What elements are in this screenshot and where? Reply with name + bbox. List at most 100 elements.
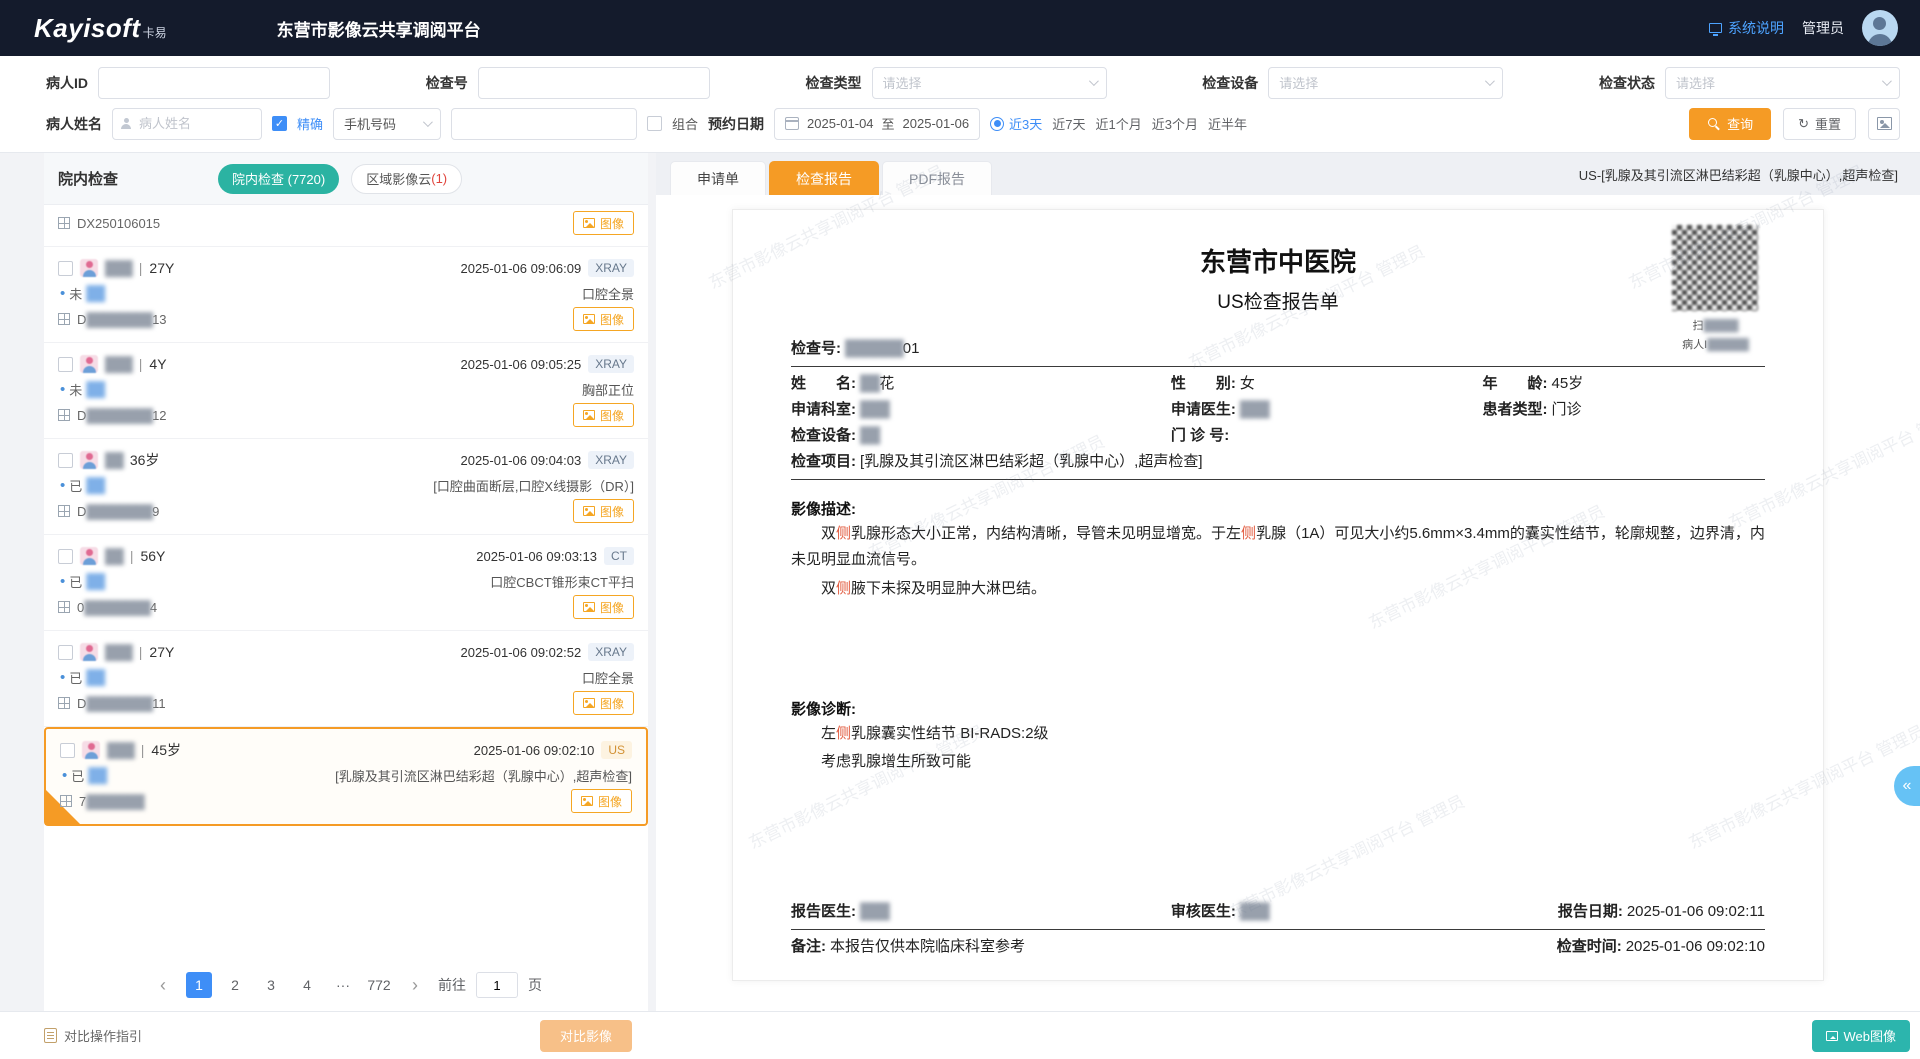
outpatient-no-label: 门 诊 号:: [1171, 427, 1229, 444]
diag-text: 乳腺囊实性结节 BI-RADS:2级: [851, 725, 1049, 742]
logo: Kayisoft卡易: [34, 13, 167, 44]
phone-label: 手机号码: [344, 114, 396, 133]
report-main: 东营市影像云共享调阅平台 管理员 东营市影像云共享调阅平台 管理员 东营市影像云…: [656, 153, 1920, 1011]
item-checkbox[interactable]: [58, 453, 73, 468]
page-last[interactable]: 772: [366, 972, 392, 998]
status-text[interactable]: ██: [86, 285, 104, 301]
patient-type-label: 患者类型:: [1483, 401, 1548, 418]
accession-suffix: 9: [152, 504, 159, 519]
reset-button[interactable]: ↻ 重置: [1783, 108, 1856, 140]
calendar-icon: [785, 117, 799, 130]
user-avatar[interactable]: [1862, 10, 1898, 46]
exam-list-item-selected[interactable]: ███ | 45岁 2025-01-06 09:02:10 US • 已 ██ …: [44, 727, 648, 826]
patient-id-label: 病人ID: [46, 73, 88, 93]
exam-type-select[interactable]: 请选择: [872, 67, 1107, 99]
exam-list-item[interactable]: ███ | 4Y 2025-01-06 09:05:25 XRAY • 未 ██…: [44, 343, 648, 439]
phone-select[interactable]: 手机号码: [333, 108, 441, 140]
system-help-link[interactable]: 系统说明: [1709, 18, 1784, 38]
date-range-picker[interactable]: 2025-01-04 至 2025-01-06: [774, 108, 980, 140]
patient-name-input[interactable]: [112, 108, 262, 140]
exam-list-item-partial[interactable]: DX250106015 图像: [44, 205, 648, 247]
exam-list-panel: 院内检查 院内检查 (7720) 区域影像云 (1) DX250106015: [44, 153, 648, 1011]
item-checkbox[interactable]: [60, 743, 75, 758]
tab-request-form[interactable]: 申请单: [670, 161, 766, 195]
filter-actions: 查询 ↻ 重置: [1689, 108, 1900, 140]
search-button[interactable]: 查询: [1689, 108, 1771, 140]
status-text[interactable]: ██: [88, 767, 106, 783]
range-7days[interactable]: 近7天: [1052, 114, 1085, 133]
desc-text: 双: [821, 580, 836, 597]
qr-block: 扫█████ 病人I██████: [1667, 222, 1763, 352]
accession-number: D████████11: [77, 696, 166, 711]
exam-list-item[interactable]: ███ | 27Y 2025-01-06 09:06:09 XRAY • 未 █…: [44, 247, 648, 343]
status-text[interactable]: ██: [86, 477, 104, 493]
page-4[interactable]: 4: [294, 972, 320, 998]
date-separator: 至: [882, 114, 895, 133]
next-page-button[interactable]: ›: [402, 972, 428, 998]
logo-text: Kayisoft: [34, 13, 141, 43]
view-image-button[interactable]: 图像: [571, 789, 632, 813]
item-checkbox[interactable]: [58, 549, 73, 564]
view-image-button[interactable]: 图像: [573, 307, 634, 331]
pages-ellipsis[interactable]: ···: [330, 972, 356, 998]
status-text[interactable]: ██: [86, 669, 104, 685]
page-2[interactable]: 2: [222, 972, 248, 998]
tab-regional-cloud[interactable]: 区域影像云 (1): [351, 164, 462, 194]
compare-guide-link[interactable]: 对比操作指引: [44, 1026, 142, 1045]
report-page: 扫█████ 病人I██████ 东营市中医院 US检查报告单 检查号: ███…: [732, 209, 1824, 981]
item-checkbox[interactable]: [58, 261, 73, 276]
page-1[interactable]: 1: [186, 972, 212, 998]
compare-images-button[interactable]: 对比影像: [540, 1020, 632, 1052]
exam-no-masked: ██████: [845, 340, 903, 357]
layout-toggle-button[interactable]: [1868, 108, 1900, 140]
accession-prefix: D: [77, 696, 86, 711]
view-image-button[interactable]: 图像: [573, 595, 634, 619]
accession-masked: ████████: [84, 600, 150, 615]
status-select[interactable]: 请选择: [1665, 67, 1900, 99]
view-image-button[interactable]: 图像: [573, 499, 634, 523]
patient-row-1: 姓 名:██花 性 别:女 年 龄:45岁: [791, 371, 1765, 397]
tab-exam-report[interactable]: 检查报告: [769, 161, 879, 195]
range-3days[interactable]: 近3天: [990, 114, 1042, 133]
exact-checkbox[interactable]: ✓: [272, 116, 287, 131]
exam-no-input[interactable]: [478, 67, 710, 99]
prev-page-button[interactable]: ‹: [150, 972, 176, 998]
status-text[interactable]: ██: [86, 381, 104, 397]
reset-icon: ↻: [1798, 116, 1809, 132]
range-halfyear[interactable]: 近半年: [1208, 114, 1247, 133]
range-3months[interactable]: 近3个月: [1152, 114, 1198, 133]
item-checkbox[interactable]: [58, 645, 73, 660]
modality-badge: XRAY: [588, 259, 634, 277]
range-1month[interactable]: 近1个月: [1096, 114, 1142, 133]
highlighted-term: 侧: [836, 580, 851, 597]
exam-list-item[interactable]: ██ 36岁 2025-01-06 09:04:03 XRAY • 已 ██ […: [44, 439, 648, 535]
accession-number: D████████12: [77, 408, 167, 423]
separator: |: [130, 548, 134, 564]
exam-datetime: 2025-01-06 09:06:09: [460, 261, 581, 276]
view-image-button[interactable]: 图像: [573, 691, 634, 715]
tab-internal-exams[interactable]: 院内检查 (7720): [218, 164, 339, 194]
status-dot: •: [60, 669, 65, 686]
goto-page-input[interactable]: [476, 972, 518, 998]
tab-pdf-report[interactable]: PDF报告: [882, 161, 992, 195]
patient-id-masked: ██████: [1707, 339, 1748, 351]
item-checkbox[interactable]: [58, 357, 73, 372]
status-text[interactable]: ██: [86, 573, 104, 589]
device-group: 检查设备 请选择: [1202, 67, 1503, 99]
page-3[interactable]: 3: [258, 972, 284, 998]
web-image-button[interactable]: Web图像: [1812, 1020, 1911, 1052]
phone-input[interactable]: [451, 108, 637, 140]
accession-suffix: 12: [152, 408, 166, 423]
patient-name-input-wrap: [112, 108, 262, 140]
device-select[interactable]: 请选择: [1268, 67, 1503, 99]
patient-id-input[interactable]: [98, 67, 330, 99]
patient-age: 56Y: [140, 548, 165, 564]
exam-list-item[interactable]: ███ | 27Y 2025-01-06 09:02:52 XRAY • 已 █…: [44, 631, 648, 727]
view-image-button[interactable]: 图像: [573, 403, 634, 427]
report-doctor-masked: ███: [860, 903, 889, 920]
combo-checkbox[interactable]: ✓: [647, 116, 662, 131]
sex-value: 女: [1240, 375, 1255, 392]
view-image-button[interactable]: 图像: [573, 211, 634, 235]
exam-list-item[interactable]: ██ | 56Y 2025-01-06 09:03:13 CT • 已 ██ 口…: [44, 535, 648, 631]
combo-label: 组合: [672, 114, 698, 133]
